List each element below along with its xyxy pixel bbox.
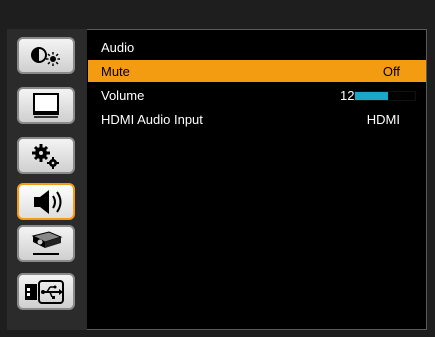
hdmi-audio-input-label: HDMI Audio Input xyxy=(101,112,203,127)
volume-label: Volume xyxy=(101,88,145,103)
sidebar-item-audio[interactable] xyxy=(17,183,75,220)
projector-icon xyxy=(31,231,63,255)
volume-value: 12 xyxy=(340,88,355,103)
speaker-icon xyxy=(34,190,62,214)
volume-slider[interactable] xyxy=(354,91,416,101)
menu-row-mute[interactable]: Mute Off xyxy=(88,60,426,82)
sidebar-item-screen[interactable] xyxy=(17,87,75,124)
menu-row-hdmi-audio-input[interactable]: HDMI Audio Input HDMI xyxy=(88,108,426,130)
sidebar-item-projector[interactable] xyxy=(17,225,75,262)
menu-row-volume[interactable]: Volume 12 xyxy=(88,84,426,106)
screen-icon xyxy=(33,93,59,118)
sidebar-item-picture[interactable] xyxy=(17,37,75,74)
section-title: Audio xyxy=(101,40,135,55)
sidebar-item-settings[interactable] xyxy=(17,137,75,174)
hdmi-audio-input-value: HDMI xyxy=(366,112,400,127)
mute-label: Mute xyxy=(101,64,130,79)
volume-slider-fill xyxy=(355,92,388,100)
picture-icon xyxy=(31,47,60,66)
settings-icon xyxy=(32,144,59,169)
usb-icon xyxy=(25,280,64,304)
sidebar-item-usb[interactable] xyxy=(17,273,75,310)
mute-value: Off xyxy=(382,64,400,79)
